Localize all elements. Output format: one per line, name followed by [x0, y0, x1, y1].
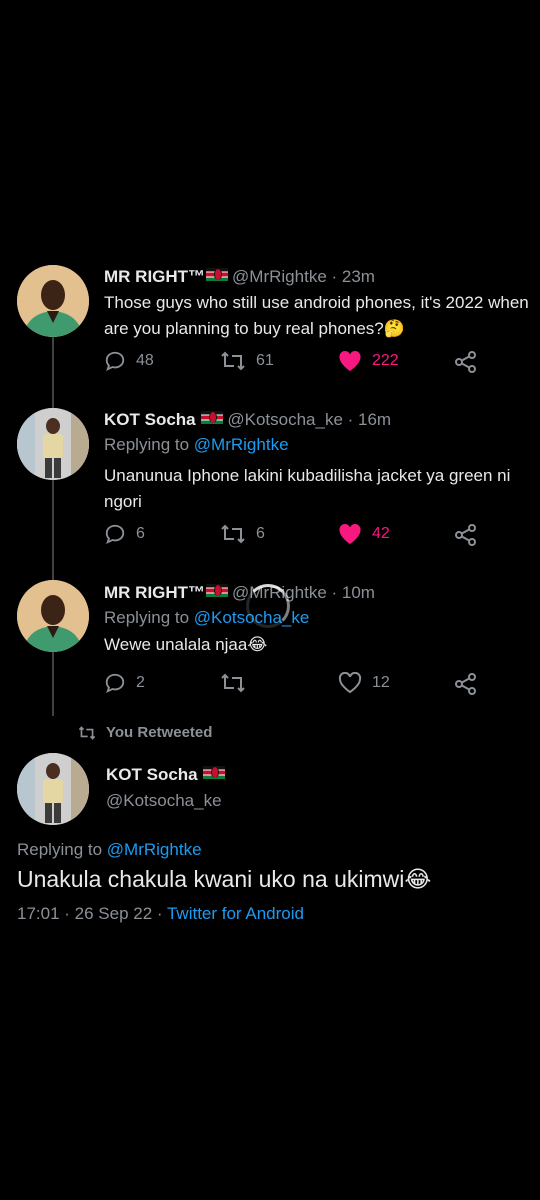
like-count: 222 — [372, 352, 399, 369]
tweet-meta: 17:01 · 26 Sep 22 · Twitter for Android — [17, 904, 304, 924]
like-count: 12 — [372, 674, 390, 691]
share-icon — [455, 673, 476, 695]
thread-line — [52, 336, 54, 410]
kenya-flag-icon — [201, 411, 224, 424]
reply-button[interactable]: 6 — [104, 523, 145, 545]
like-button[interactable]: 42 — [338, 523, 390, 545]
thinking-face-emoji: 🤔 — [383, 319, 405, 338]
kenya-flag-icon — [206, 268, 229, 281]
like-count: 42 — [372, 525, 390, 542]
replying-to-link[interactable]: @MrRightke — [107, 840, 202, 859]
kenya-flag-icon — [206, 584, 229, 597]
retweet-count: 61 — [256, 352, 274, 369]
reply-icon — [105, 524, 125, 545]
tweet-header: MR RIGHT™ @MrRightke · 23m — [104, 267, 375, 286]
user-handle[interactable]: @Kotsocha_ke — [227, 410, 343, 429]
tweet-header: KOT Socha @Kotsocha_ke · 16m — [104, 410, 392, 429]
main-tweet-author[interactable]: KOT Socha @Kotsocha_ke — [106, 765, 229, 811]
reply-count: 6 — [136, 525, 145, 542]
retweet-icon — [221, 524, 245, 544]
reply-button[interactable]: 48 — [104, 350, 154, 372]
heart-filled-icon — [339, 350, 361, 371]
replying-to-link[interactable]: @MrRightke — [194, 435, 289, 454]
share-icon — [455, 524, 476, 546]
replying-to: Replying to @MrRightke — [104, 435, 289, 454]
display-name[interactable]: MR RIGHT™ — [104, 583, 205, 602]
like-button[interactable]: 12 — [338, 672, 390, 694]
share-button[interactable] — [454, 350, 478, 374]
display-name: KOT Socha — [106, 765, 198, 784]
reply-icon — [105, 351, 125, 372]
share-button[interactable] — [454, 523, 478, 547]
share-icon — [455, 351, 476, 373]
thread-line — [52, 480, 54, 580]
reply-count: 2 — [136, 674, 145, 691]
share-button[interactable] — [454, 672, 478, 696]
thread-line — [52, 652, 54, 716]
user-handle[interactable]: @MrRightke — [232, 267, 327, 286]
laughing-tears-emoji: 😂 — [247, 635, 268, 654]
tweet-actions: 6 6 42 — [104, 523, 504, 553]
user-handle: @Kotsocha_ke — [106, 791, 222, 810]
heart-outline-icon — [338, 672, 362, 694]
replying-to: Replying to @Kotsocha_ke — [104, 608, 310, 627]
retweet-icon — [78, 725, 96, 740]
reply-icon — [105, 673, 125, 694]
replying-to: Replying to @MrRightke — [17, 840, 202, 859]
retweeted-label: You Retweeted — [78, 724, 212, 741]
kenya-flag-icon — [203, 766, 226, 779]
reply-count: 48 — [136, 352, 154, 369]
tweet-time: 16m — [358, 410, 392, 429]
like-button[interactable]: 222 — [338, 350, 399, 372]
tweet-time: 23m — [341, 267, 375, 286]
loading-spinner — [246, 584, 290, 628]
retweet-button[interactable] — [220, 672, 256, 694]
timestamp: 17:01 · 26 Sep 22 · — [17, 904, 167, 923]
tweet-time: 10m — [341, 583, 375, 602]
retweet-button[interactable]: 6 — [220, 523, 265, 545]
avatar-mr-right[interactable] — [17, 265, 89, 337]
heart-filled-icon — [339, 523, 361, 544]
tweet-actions: 48 61 222 — [104, 350, 504, 380]
retweet-count: 6 — [256, 525, 265, 542]
laughing-tears-emoji: 😂 — [404, 866, 432, 892]
reply-button[interactable]: 2 — [104, 672, 145, 694]
avatar-kot-socha[interactable] — [17, 408, 89, 480]
tweet-header: MR RIGHT™ @MrRightke · 10m — [104, 583, 375, 602]
tweet-text: Wewe unalala njaa😂 — [104, 635, 268, 654]
retweet-button[interactable]: 61 — [220, 350, 274, 372]
tweet-text: Unanunua Iphone lakini kubadilisha jacke… — [104, 466, 511, 511]
display-name[interactable]: KOT Socha — [104, 410, 196, 429]
source-link[interactable]: Twitter for Android — [167, 904, 304, 923]
avatar-kot-socha-main[interactable] — [17, 753, 89, 825]
tweet-text: Those guys who still use android phones,… — [104, 293, 529, 338]
main-tweet-text: Unakula chakula kwani uko na ukimwi😂 — [17, 866, 432, 892]
avatar-mr-right[interactable] — [17, 580, 89, 652]
tweet-actions: 2 12 — [104, 672, 504, 702]
retweet-icon — [221, 673, 245, 693]
display-name[interactable]: MR RIGHT™ — [104, 267, 205, 286]
retweet-icon — [221, 351, 245, 371]
